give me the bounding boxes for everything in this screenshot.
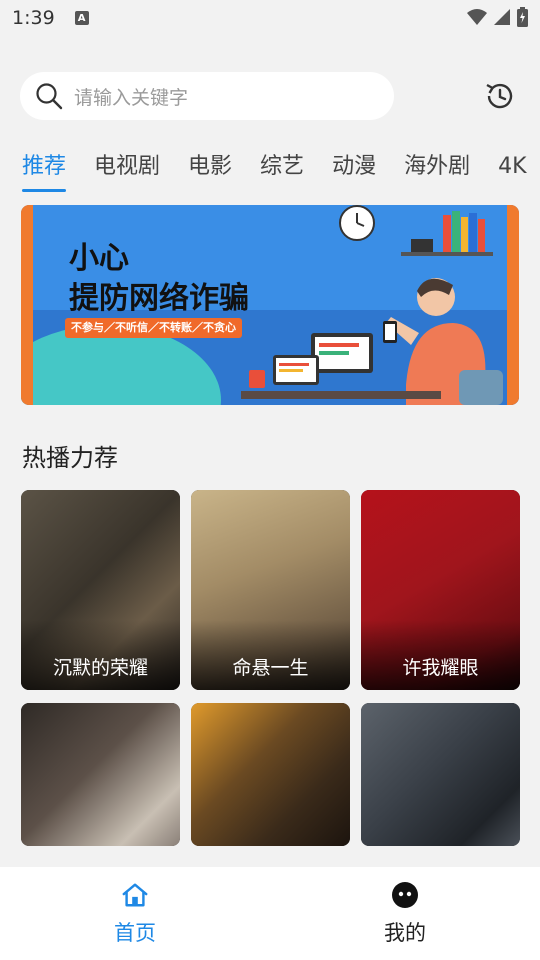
poster-title: 命悬一生 — [232, 657, 309, 679]
notification-icon: A — [74, 11, 89, 25]
wifi-icon — [467, 9, 487, 25]
poster-card[interactable] — [361, 703, 520, 846]
nav-home-label: 首页 — [114, 921, 156, 945]
profile-icon — [391, 881, 419, 909]
search-placeholder: 请输入关键字 — [74, 86, 189, 109]
tab-recommend[interactable]: 推荐 — [22, 148, 67, 194]
poster-card[interactable]: 命悬一生 — [191, 490, 350, 690]
tab-variety[interactable]: 综艺 — [260, 148, 304, 194]
banner-illustration — [241, 205, 503, 405]
history-button[interactable] — [480, 76, 520, 116]
tab-anime[interactable]: 动漫 — [332, 148, 376, 194]
status-indicators — [467, 7, 528, 27]
nav-home[interactable]: 首页 — [0, 867, 270, 960]
status-bar: 1:39 A — [0, 0, 540, 36]
tab-4k[interactable]: 4K — [498, 148, 526, 194]
poster-image — [361, 703, 520, 846]
battery-icon — [517, 7, 528, 27]
poster-title: 许我耀眼 — [402, 657, 479, 679]
section-title-hot: 热播力荐 — [22, 444, 118, 472]
banner-edge-left — [21, 205, 33, 405]
banner-title-line1: 小心 — [69, 241, 129, 276]
poster-image — [191, 703, 350, 846]
poster-card[interactable]: 许我耀眼 — [361, 490, 520, 690]
signal-icon — [494, 9, 510, 25]
nav-profile[interactable]: 我的 — [270, 867, 540, 960]
poster-image — [21, 703, 180, 846]
status-time: 1:39 — [12, 7, 55, 29]
history-icon — [486, 83, 513, 109]
banner-tagline: 不参与／不听信／不转账／不贪心 — [65, 318, 242, 338]
search-icon — [34, 81, 64, 111]
nav-profile-label: 我的 — [384, 921, 426, 945]
content-grid: 沉默的荣耀 命悬一生 许我耀眼 — [21, 490, 520, 846]
category-tabs: 推荐 电视剧 电影 综艺 动漫 海外剧 4K — [22, 148, 540, 194]
tab-overseas[interactable]: 海外剧 — [404, 148, 470, 194]
home-icon — [121, 881, 149, 909]
poster-card[interactable] — [191, 703, 350, 846]
search-row: 请输入关键字 — [20, 72, 520, 120]
poster-title: 沉默的荣耀 — [52, 657, 148, 679]
poster-card[interactable] — [21, 703, 180, 846]
tab-tv-series[interactable]: 电视剧 — [94, 148, 160, 194]
tab-movies[interactable]: 电影 — [188, 148, 232, 194]
promo-banner[interactable]: 小心 提防网络诈骗 不参与／不听信／不转账／不贪心 — [21, 205, 519, 405]
bottom-nav: 首页 我的 — [0, 867, 540, 960]
poster-card[interactable]: 沉默的荣耀 — [21, 490, 180, 690]
search-input[interactable]: 请输入关键字 — [20, 72, 394, 120]
